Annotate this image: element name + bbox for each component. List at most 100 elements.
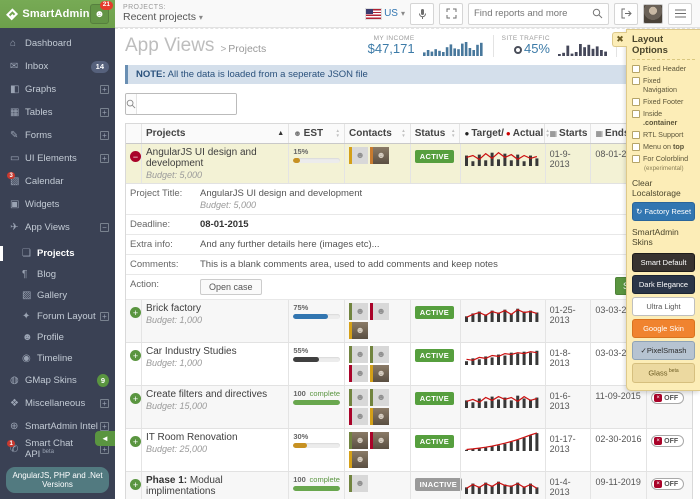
table-row: +Create filters and directivesBudget: 15… xyxy=(126,386,692,429)
table-search-input[interactable] xyxy=(137,94,237,114)
skin-button-pixelsmash[interactable]: ✓PixelSmash xyxy=(632,341,695,360)
contact-avatar[interactable]: ☻ xyxy=(349,475,368,492)
contact-avatar[interactable]: ☻ xyxy=(370,408,389,425)
versions-button[interactable]: AngularJS, PHP and .Net Versions xyxy=(6,467,109,493)
checkbox[interactable] xyxy=(632,77,640,85)
table-row: +IT Room RenovationBudget: 25,00030%☻☻☻A… xyxy=(126,429,692,472)
layout-option-menu-on-top[interactable]: Menu on top xyxy=(632,142,695,151)
collapse-row-button[interactable]: − xyxy=(130,151,141,162)
est-value: 30% xyxy=(293,432,340,441)
sidebar-item-inbox[interactable]: ✉Inbox14 xyxy=(0,55,115,78)
sidebar-item-tables[interactable]: ▦Tables+ xyxy=(0,101,115,124)
sidebar-item-profile[interactable]: ☻Profile xyxy=(0,327,115,348)
sidebar-item-graphs[interactable]: ◧Graphs+ xyxy=(0,78,115,101)
row-toggle-off[interactable]: ×OFF xyxy=(651,435,684,447)
activity-button[interactable]: ☻ 21 xyxy=(90,4,109,24)
language-selector[interactable]: US ▾ xyxy=(366,8,405,19)
checkbox[interactable] xyxy=(632,155,640,163)
sidebar-item-miscellaneous[interactable]: ❖Miscellaneous+ xyxy=(0,392,115,415)
microphone-icon xyxy=(417,8,428,20)
contact-avatar[interactable]: ☻ xyxy=(370,432,389,449)
sidebar-item-forum-layout[interactable]: ✦Forum Layout+ xyxy=(0,306,115,327)
sidebar-item-blog[interactable]: ¶Blog xyxy=(0,264,115,285)
contact-avatar[interactable]: ☻ xyxy=(349,389,368,406)
checkbox-label: For Colorblind xyxy=(643,154,688,163)
sidebar-item-forms[interactable]: ✎Forms+ xyxy=(0,124,115,147)
icon-badge: 1 xyxy=(7,440,15,447)
skin-button-smart-default[interactable]: Smart Default xyxy=(632,253,695,272)
contact-avatar[interactable]: ☻ xyxy=(349,147,368,164)
table-row: −AngularJS UI design and developmentBudg… xyxy=(126,144,692,184)
skin-button-dark-elegance[interactable]: Dark Elegance xyxy=(632,275,695,294)
expand-row-button[interactable]: + xyxy=(130,307,141,318)
sidebar-item-gmap-skins[interactable]: ◍GMap Skins9 xyxy=(0,369,115,392)
checkbox[interactable] xyxy=(632,143,640,151)
voice-command-button[interactable] xyxy=(410,3,434,25)
sidebar-item-gallery[interactable]: ▨Gallery xyxy=(0,285,115,306)
skin-button-glass[interactable]: Glass beta xyxy=(632,363,695,383)
checkbox[interactable] xyxy=(632,110,640,118)
sidebar-item-label: Tables xyxy=(25,107,52,118)
sidebar-item-calendar[interactable]: ▧3Calendar xyxy=(0,170,115,193)
row-toggle-off[interactable]: ×OFF xyxy=(651,392,684,404)
search-icon[interactable] xyxy=(592,8,603,19)
contact-avatar[interactable]: ☻ xyxy=(349,365,368,382)
col-projects[interactable]: Projects▲ xyxy=(141,124,288,143)
contact-avatar[interactable]: ☻ xyxy=(349,408,368,425)
table-row: +Brick factoryBudget: 1,00075%☻☻☻ACTIVE0… xyxy=(126,300,692,343)
layout-option-fixed-header[interactable]: Fixed Header xyxy=(632,64,695,73)
contact-avatar[interactable]: ☻ xyxy=(370,346,389,363)
contact-avatar[interactable]: ☻ xyxy=(349,322,368,339)
sidebar-item-projects[interactable]: ❏Projects xyxy=(0,243,115,264)
collapse-sidebar-button[interactable]: ◄ xyxy=(95,431,115,446)
skin-button-ultra-light[interactable]: Ultra Light xyxy=(632,297,695,316)
layout-option-fixed-footer[interactable]: Fixed Footer xyxy=(632,97,695,106)
breadcrumb-separator: > xyxy=(220,44,226,55)
project-budget: Budget: 1,000 xyxy=(146,358,284,368)
project-selector[interactable]: PROJECTS: Recent projects ▾ xyxy=(123,4,203,23)
col-target-actual[interactable]: ●Target/●Actual▲▼ xyxy=(459,124,544,143)
expand-row-button[interactable]: + xyxy=(130,436,141,447)
contact-avatar[interactable]: ☻ xyxy=(349,432,368,449)
menu-button[interactable] xyxy=(668,3,692,25)
skin-button-google-skin[interactable]: Google Skin xyxy=(632,319,695,338)
income-value: $47,171 xyxy=(368,42,415,57)
detail-deadline: 08-01-2015 xyxy=(200,219,249,230)
contact-avatar[interactable]: ☻ xyxy=(349,303,368,320)
search-input[interactable] xyxy=(474,8,592,19)
row-toggle-off[interactable]: ×OFF xyxy=(651,478,684,490)
expand-row-button[interactable]: + xyxy=(130,393,141,404)
expand-row-button[interactable]: + xyxy=(130,479,141,490)
contact-avatar[interactable]: ☻ xyxy=(370,365,389,382)
contact-avatar[interactable]: ☻ xyxy=(349,451,368,468)
contact-avatar[interactable]: ☻ xyxy=(370,147,389,164)
layout-option-rtl-support[interactable]: RTL Support xyxy=(632,130,695,139)
layout-option-for-colorblind[interactable]: For Colorblind xyxy=(632,154,695,163)
contact-avatars: ☻☻☻☻ xyxy=(349,346,406,382)
col-est[interactable]: ☻EST▲▼ xyxy=(288,124,344,143)
sidebar-item-app-views[interactable]: ✈App Views− xyxy=(0,216,115,239)
close-panel-button[interactable]: ✖ xyxy=(612,32,627,47)
sidebar-item-dashboard[interactable]: ⌂Dashboard xyxy=(0,32,115,55)
col-starts[interactable]: ▦Starts xyxy=(544,124,590,143)
checkbox[interactable] xyxy=(632,65,640,73)
expand-row-button[interactable]: + xyxy=(130,350,141,361)
sidebar-item-widgets[interactable]: ▣Widgets xyxy=(0,193,115,216)
col-status[interactable]: Status▲▼ xyxy=(410,124,460,143)
layout-option-inside-container[interactable]: Inside .container xyxy=(632,109,695,127)
logout-button[interactable] xyxy=(614,3,638,25)
fullscreen-button[interactable] xyxy=(439,3,463,25)
open-case-button[interactable]: Open case xyxy=(200,279,262,295)
sidebar-item-timeline[interactable]: ◉Timeline xyxy=(0,348,115,369)
factory-reset-button[interactable]: ↻ Factory Reset xyxy=(632,202,695,221)
table-cell: IT Room RenovationBudget: 25,000 xyxy=(141,429,288,471)
col-contacts[interactable]: Contacts▲▼ xyxy=(344,124,410,143)
sidebar-item-ui-elements[interactable]: ▭UI Elements+ xyxy=(0,147,115,170)
contact-avatar[interactable]: ☻ xyxy=(370,389,389,406)
layout-option-fixed-navigation[interactable]: Fixed Navigation xyxy=(632,76,695,94)
contact-avatar[interactable]: ☻ xyxy=(370,303,389,320)
checkbox[interactable] xyxy=(632,131,640,139)
user-avatar[interactable] xyxy=(643,4,663,24)
checkbox[interactable] xyxy=(632,98,640,106)
contact-avatar[interactable]: ☻ xyxy=(349,346,368,363)
